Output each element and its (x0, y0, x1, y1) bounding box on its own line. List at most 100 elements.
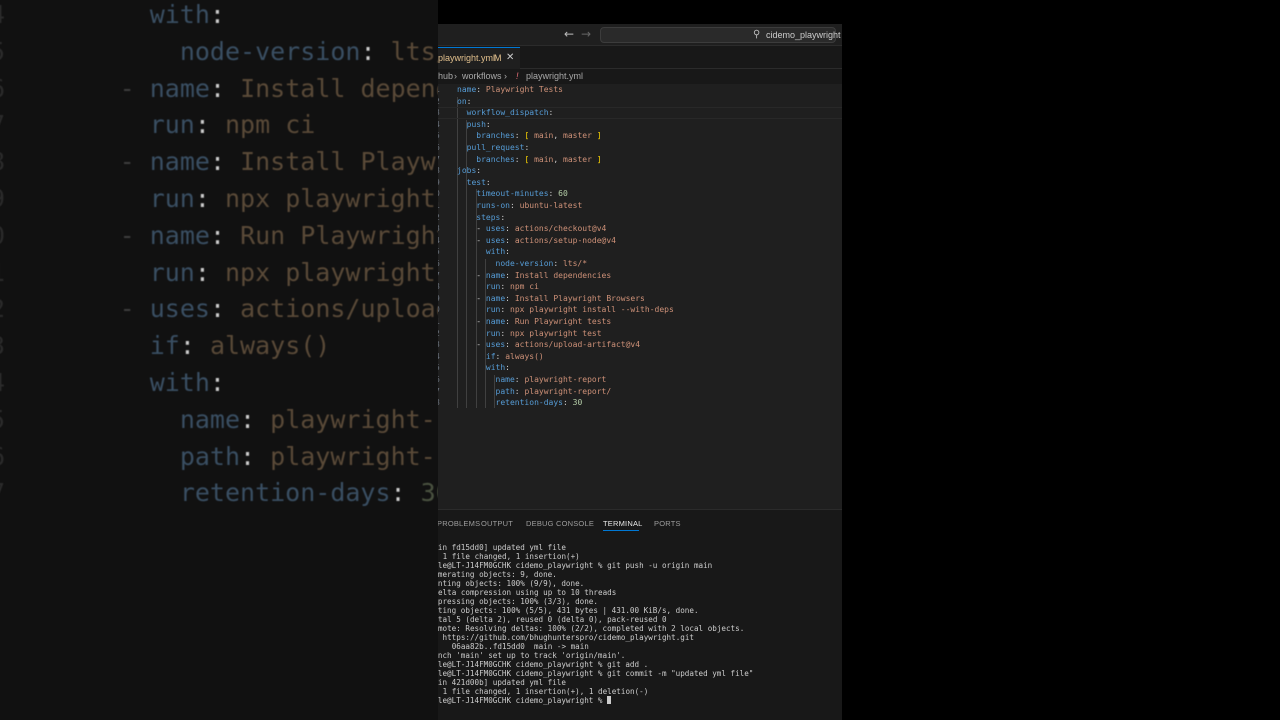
code-line[interactable]: 6 pull_request: (438, 142, 842, 154)
breadcrumb-item-file[interactable]: playwright.yml (526, 71, 583, 81)
terminal-line: Counting objects: 100% (9/9), done. (438, 579, 585, 588)
code-editor[interactable]: 1name: Playwright Tests2on:3 workflow_di… (438, 84, 842, 509)
zoom-line-code: - name: Install Playwright Browsers (119, 147, 438, 177)
title-bar: ← → ⚲ cidemo_playwright (438, 24, 842, 46)
breadcrumb: hub › workflows › ! playwright.yml (438, 70, 842, 84)
zoom-line-number: 5 (0, 33, 5, 70)
code-line[interactable]: 5 branches: [ main, master ] (438, 130, 842, 142)
zoom-line-code: if: always() (149, 331, 331, 361)
tab-playwright-yml[interactable]: playwright.yml M ✕ (438, 47, 520, 69)
tab-ports[interactable]: PORTS (654, 519, 681, 528)
breadcrumb-separator: › (504, 71, 507, 81)
zoom-line-number: 1 (0, 254, 5, 291)
zoom-code-line: 7 retention-days: 30 (0, 474, 438, 511)
code-line[interactable]: 2 steps: (438, 212, 842, 224)
code-line[interactable]: 7 - name: Install dependencies (438, 270, 842, 282)
code-line[interactable]: 4 if: always() (438, 351, 842, 363)
code-line[interactable]: 5 with: (438, 246, 842, 258)
terminal-line: apple@LT-J14FM0GCHK cidemo_playwright % … (438, 660, 649, 669)
code-line[interactable]: 3 - uses: actions/upload-artifact@v4 (438, 339, 842, 351)
code-line[interactable]: 1 name: Playwright Tests (438, 84, 842, 96)
yaml-file-icon: ! (516, 71, 519, 81)
close-icon[interactable]: ✕ (506, 52, 514, 63)
line-code: - name: Run Playwright tests (476, 317, 612, 326)
zoom-line-code: - name: Run Playwright tests (119, 220, 438, 250)
line-number: 2 (438, 212, 440, 224)
line-code: push: (466, 119, 491, 129)
code-line[interactable]: 7 branches: [ main, master ] (438, 154, 842, 166)
code-line[interactable]: 6 name: playwright-report (438, 374, 842, 386)
code-line[interactable]: 7 path: playwright-report/ (438, 386, 842, 398)
zoom-line-code: - name: Install dependencies (119, 73, 438, 103)
terminal-line: Enumerating objects: 9, done. (438, 570, 557, 579)
tab-problems[interactable]: PROBLEMS (438, 519, 480, 528)
code-line[interactable]: 5 with: (438, 362, 842, 374)
zoom-code-line: 5 name: playwright-report (0, 401, 438, 438)
tab-debug-console[interactable]: DEBUG CONSOLE (526, 519, 594, 528)
breadcrumb-item-workflows[interactable]: workflows (462, 71, 502, 81)
window-top-strip (438, 0, 842, 24)
zoom-code-line: 9 run: npx playwright install (0, 180, 438, 217)
code-line[interactable]: 6 node-version: lts/* (438, 258, 842, 270)
zoom-line-number: 7 (0, 474, 5, 511)
line-code: jobs: (457, 166, 482, 176)
zoom-code-line: 4 with: (0, 364, 438, 401)
zoom-line-number: 6 (0, 438, 5, 475)
terminal-line: branch 'main' set up to track 'origin/ma… (438, 651, 626, 660)
tab-output[interactable]: OUTPUT (481, 519, 513, 528)
line-number: 2 (438, 96, 440, 108)
code-line[interactable]: 8 run: npm ci (438, 281, 842, 293)
line-code: run: npx playwright install --with-deps (485, 305, 674, 315)
code-line[interactable]: 3 workflow_dispatch: (438, 107, 842, 119)
line-number: 0 (438, 188, 440, 200)
line-number: 0 (438, 304, 440, 316)
line-number: 3 (438, 223, 440, 235)
code-line[interactable]: 0 run: npx playwright install --with-dep… (438, 304, 842, 316)
zoom-line-code: run: npx playwright test (149, 257, 436, 287)
line-number: 4 (438, 351, 440, 363)
line-number: 9 (438, 177, 440, 189)
code-line[interactable]: 2 on: (438, 96, 842, 108)
command-center-search[interactable]: ⚲ cidemo_playwright (600, 27, 841, 43)
terminal-line: apple@LT-J14FM0GCHK cidemo_playwright % (438, 696, 612, 705)
code-line[interactable]: 3 - uses: actions/checkout@v4 (438, 223, 842, 235)
zoom-line-number: 7 (0, 106, 5, 143)
zoom-code-line: 3 if: always() (0, 327, 438, 364)
zoom-line-code: with: (149, 368, 225, 397)
line-code: timeout-minutes: 60 (476, 189, 568, 199)
terminal-line: remote: Resolving deltas: 100% (2/2), co… (438, 624, 745, 633)
code-line[interactable]: 1 - name: Run Playwright tests (438, 316, 842, 328)
zoom-line-code: name: playwright-report (179, 404, 438, 434)
zoom-line-code: retention-days: 30 (179, 478, 438, 508)
code-line[interactable]: 1 runs-on: ubuntu-latest (438, 200, 842, 212)
terminal-line: [main fd15dd0] updated yml file (438, 543, 566, 552)
code-line[interactable]: 8 jobs: (438, 165, 842, 177)
code-line[interactable]: 9 - name: Install Playwright Browsers (438, 293, 842, 305)
terminal-line: Total 5 (delta 2), reused 0 (delta 0), p… (438, 615, 667, 624)
line-code: - uses: actions/setup-node@v4 (476, 235, 616, 245)
line-code: - name: Install Playwright Browsers (476, 293, 645, 303)
forward-arrow-icon[interactable]: → (581, 27, 591, 41)
line-code: run: npx playwright test (485, 328, 602, 338)
terminal-cursor (607, 696, 612, 704)
zoom-line-code: with: (149, 0, 225, 29)
breadcrumb-item-github[interactable]: hub (438, 71, 453, 81)
line-number: 8 (438, 281, 440, 293)
black-background-right (842, 0, 1280, 720)
code-line[interactable]: 4 - uses: actions/setup-node@v4 (438, 235, 842, 247)
code-line[interactable]: 2 run: npx playwright test (438, 328, 842, 340)
line-number: 4 (438, 235, 440, 247)
line-number: 1 (438, 200, 440, 212)
tab-terminal[interactable]: TERMINAL (603, 519, 643, 528)
code-line[interactable]: 9 test: (438, 177, 842, 189)
code-line[interactable]: 4 push: (438, 119, 842, 131)
code-line[interactable]: 8 retention-days: 30 (438, 397, 842, 409)
editor-tab-bar: playwright.yml M ✕ (438, 47, 842, 69)
workspace-name: cidemo_playwright (766, 30, 841, 40)
line-number: 6 (438, 258, 440, 270)
terminal-line: Writing objects: 100% (5/5), 431 bytes |… (438, 606, 699, 615)
zoom-line-number: 0 (0, 217, 5, 254)
code-line[interactable]: 0 timeout-minutes: 60 (438, 188, 842, 200)
line-code: branches: [ main, master ] (476, 131, 602, 141)
back-arrow-icon[interactable]: ← (564, 27, 574, 41)
